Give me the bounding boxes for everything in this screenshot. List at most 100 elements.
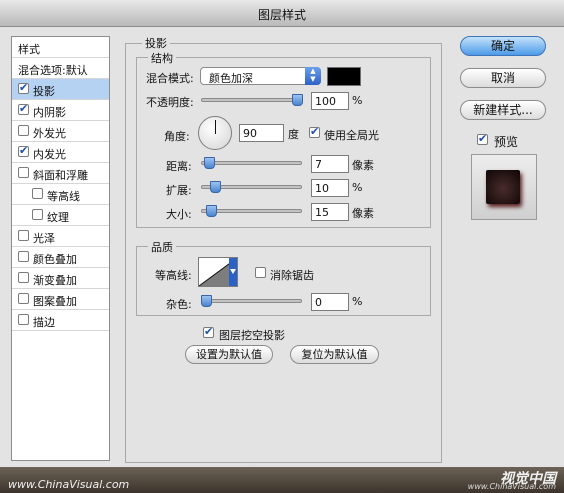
size-unit: 像素 <box>352 207 374 220</box>
distance-unit: 像素 <box>352 159 374 172</box>
angle-unit: 度 <box>288 128 299 141</box>
reset-default-button[interactable]: 复位为默认值 <box>290 345 379 364</box>
spread-unit: % <box>352 181 363 194</box>
ok-button[interactable]: 确定 <box>460 36 546 56</box>
contour-picker[interactable] <box>198 257 238 287</box>
distance-input[interactable]: 7 <box>311 155 349 173</box>
watermark-right-url: www.ChinaVisual.com <box>467 482 556 491</box>
angle-input[interactable]: 90 <box>239 124 284 142</box>
preview-label: 预览 <box>494 135 519 149</box>
spread-input[interactable]: 10 <box>311 179 349 197</box>
angle-dial[interactable] <box>198 116 232 150</box>
blend-mode-label: 混合模式: <box>146 72 194 85</box>
preview-checkbox[interactable] <box>477 132 488 145</box>
sidebar-item[interactable]: 图案叠加 <box>12 289 109 310</box>
noise-label: 杂色: <box>166 298 192 311</box>
spread-label: 扩展: <box>166 184 192 197</box>
structure-title: 结构 <box>148 50 176 66</box>
sidebar-item-checkbox[interactable] <box>18 293 29 304</box>
sidebar-item[interactable]: 颜色叠加 <box>12 247 109 268</box>
sidebar-item-label: 斜面和浮雕 <box>33 169 88 182</box>
opacity-unit: % <box>352 94 363 107</box>
opacity-slider-thumb[interactable] <box>292 94 303 106</box>
global-light-label: 使用全局光 <box>324 129 379 142</box>
knockout-label: 图层挖空投影 <box>219 329 285 342</box>
sidebar-item-checkbox[interactable] <box>18 102 29 115</box>
sidebar-item[interactable]: 光泽 <box>12 226 109 247</box>
angle-label: 角度: <box>164 130 190 143</box>
distance-label: 距离: <box>166 160 192 173</box>
window-title: 图层样式 <box>257 8 306 22</box>
sidebar-item-label: 等高线 <box>47 190 80 203</box>
opacity-slider[interactable] <box>201 94 303 106</box>
new-style-button[interactable]: 新建样式... <box>460 100 546 120</box>
knockout-checkbox[interactable] <box>203 325 214 338</box>
sidebar-item-label: 外发光 <box>33 127 66 140</box>
sidebar-item-checkbox[interactable] <box>18 167 29 178</box>
style-list: 样式 混合选项:默认 投影内阴影外发光内发光斜面和浮雕等高线纹理光泽颜色叠加渐变… <box>11 36 110 461</box>
sidebar-item-label: 内阴影 <box>33 106 66 119</box>
sidebar-item-label: 颜色叠加 <box>33 253 77 266</box>
quality-title: 品质 <box>148 239 176 255</box>
watermark-strip: www.ChinaVisual.com 视觉中国 www.ChinaVisual… <box>0 467 564 493</box>
opacity-input[interactable]: 100 <box>311 92 349 110</box>
spread-slider-thumb[interactable] <box>210 181 222 193</box>
angle-needle <box>215 120 216 134</box>
sidebar-item[interactable]: 等高线 <box>12 184 109 205</box>
sidebar-item[interactable]: 渐变叠加 <box>12 268 109 289</box>
panel-title: 投影 <box>142 35 170 51</box>
contour-label: 等高线: <box>155 269 192 282</box>
preview-swatch <box>486 170 520 204</box>
sidebar-item[interactable]: 内阴影 <box>12 100 109 121</box>
opacity-label: 不透明度: <box>146 96 194 109</box>
sidebar-item-label: 光泽 <box>33 232 55 245</box>
sidebar-item[interactable]: 内发光 <box>12 142 109 163</box>
sidebar-item-label: 投影 <box>33 85 55 98</box>
distance-slider-thumb[interactable] <box>203 157 215 169</box>
layer-style-dialog: 样式 混合选项:默认 投影内阴影外发光内发光斜面和浮雕等高线纹理光泽颜色叠加渐变… <box>0 27 564 467</box>
cancel-button[interactable]: 取消 <box>460 68 546 88</box>
sidebar-item-checkbox[interactable] <box>18 314 29 325</box>
sidebar-item-checkbox[interactable] <box>18 81 29 94</box>
sidebar-item[interactable]: 纹理 <box>12 205 109 226</box>
distance-slider[interactable] <box>201 157 302 169</box>
sidebar-item-checkbox[interactable] <box>18 272 29 283</box>
size-input[interactable]: 15 <box>311 203 349 221</box>
antialias-label: 消除锯齿 <box>270 269 314 282</box>
sidebar-item[interactable]: 斜面和浮雕 <box>12 163 109 184</box>
noise-slider[interactable] <box>201 295 302 307</box>
noise-slider-thumb[interactable] <box>201 295 212 307</box>
sidebar-item[interactable]: 投影 <box>12 79 109 100</box>
sidebar-item-checkbox[interactable] <box>18 251 29 262</box>
style-list-header: 样式 <box>12 37 109 58</box>
chevron-updown-icon: ▲ ▼ <box>305 67 321 85</box>
size-slider[interactable] <box>201 205 302 217</box>
antialias-checkbox[interactable] <box>255 267 266 278</box>
sidebar-item-checkbox[interactable] <box>18 125 29 136</box>
sidebar-item-label: 纹理 <box>47 211 69 224</box>
sidebar-item-checkbox[interactable] <box>32 188 43 199</box>
noise-input[interactable]: 0 <box>311 293 349 311</box>
sidebar-item-checkbox[interactable] <box>18 144 29 157</box>
set-default-button[interactable]: 设置为默认值 <box>185 345 273 364</box>
sidebar-item-checkbox[interactable] <box>32 209 43 220</box>
size-label: 大小: <box>166 208 192 221</box>
watermark-left: www.ChinaVisual.com <box>8 478 130 491</box>
sidebar-item-label: 图案叠加 <box>33 295 77 308</box>
size-slider-thumb[interactable] <box>206 205 218 217</box>
shadow-color-swatch[interactable] <box>327 67 361 86</box>
blend-mode-select[interactable]: 颜色加深 ▲ ▼ <box>200 67 321 85</box>
sidebar-item[interactable]: 外发光 <box>12 121 109 142</box>
sidebar-item-label: 内发光 <box>33 148 66 161</box>
blend-options-item[interactable]: 混合选项:默认 <box>12 58 109 79</box>
sidebar-item-label: 描边 <box>33 316 55 329</box>
contour-curve-icon <box>198 257 238 287</box>
title-bar: 图层样式 <box>0 0 564 27</box>
sidebar-item-checkbox[interactable] <box>18 230 29 241</box>
style-preview <box>471 154 537 220</box>
sidebar-item[interactable]: 描边 <box>12 310 109 331</box>
noise-unit: % <box>352 295 363 308</box>
global-light-checkbox[interactable] <box>309 125 320 138</box>
sidebar-item-label: 渐变叠加 <box>33 274 77 287</box>
spread-slider[interactable] <box>201 181 302 193</box>
